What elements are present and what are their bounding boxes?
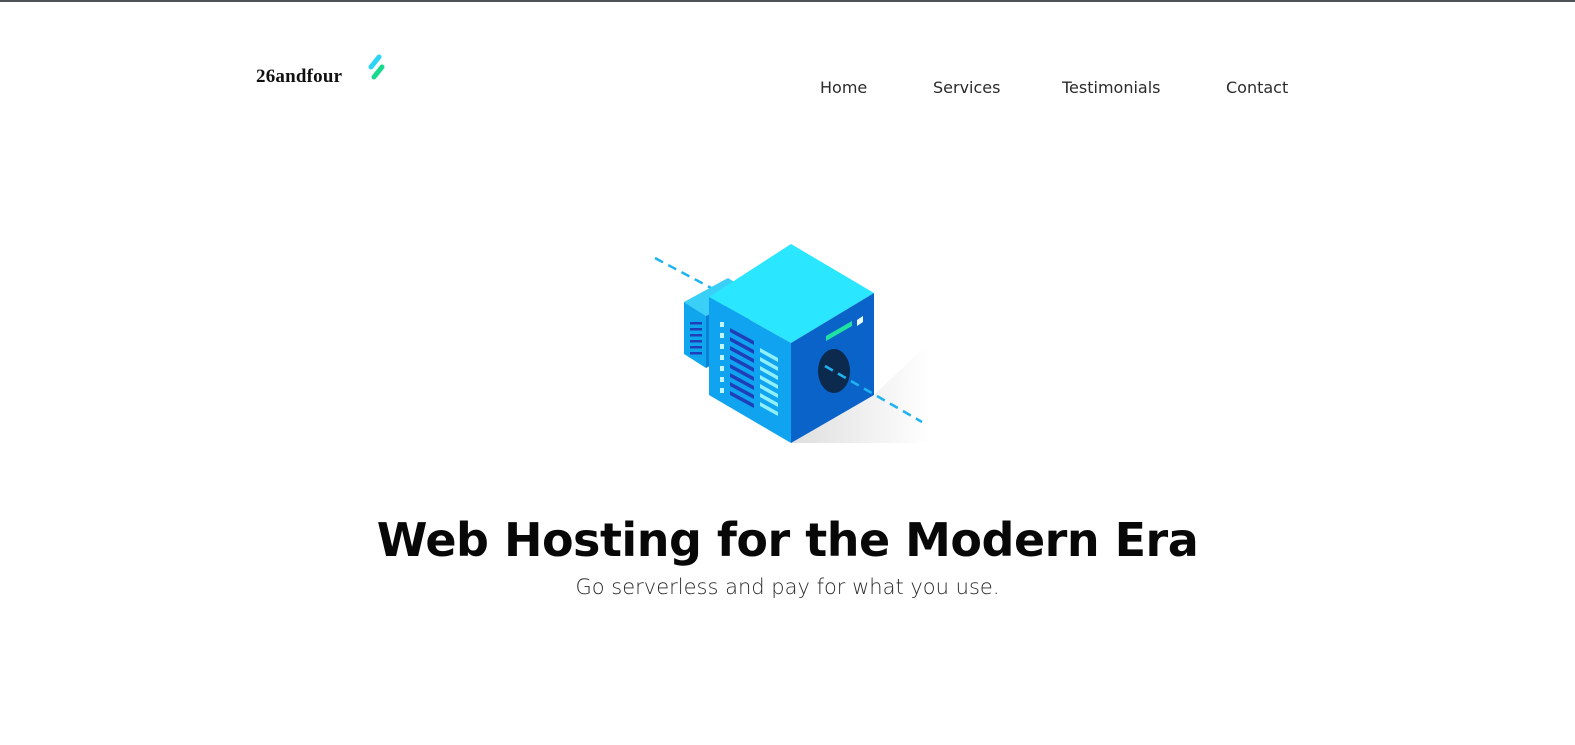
isometric-server-cube-icon <box>654 244 930 443</box>
hero-title: Web Hosting for the Modern Era <box>376 513 1199 567</box>
top-border <box>0 0 1575 2</box>
nav-home-link[interactable]: Home <box>820 76 867 100</box>
nav-testimonials-link[interactable]: Testimonials <box>1062 76 1161 100</box>
main-nav: Home Services Testimonials Contact <box>0 76 1575 100</box>
nav-contact-link[interactable]: Contact <box>1226 76 1288 100</box>
hero-subtitle: Go serverless and pay for what you use. <box>575 575 1000 599</box>
nav-services-link[interactable]: Services <box>933 76 1000 100</box>
